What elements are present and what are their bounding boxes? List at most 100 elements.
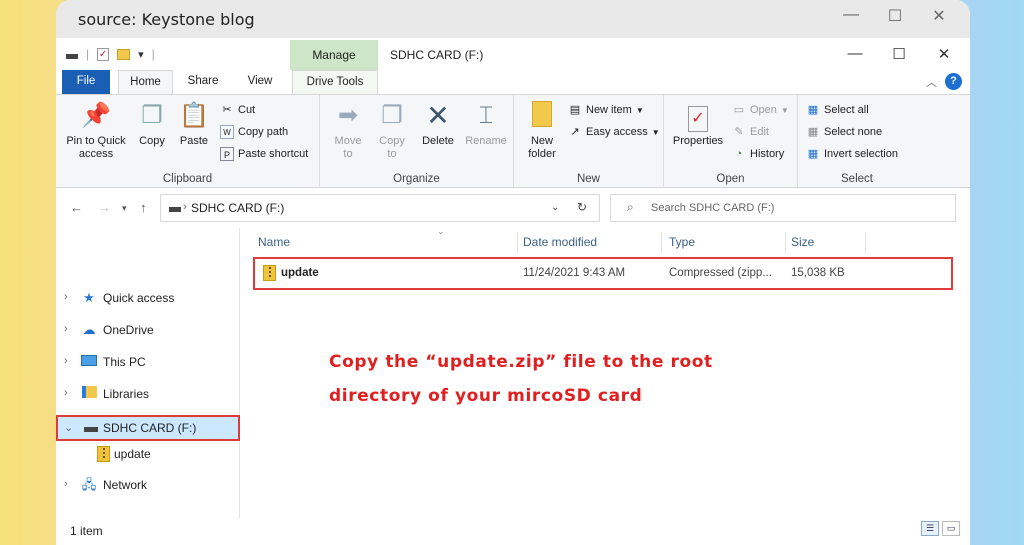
move-to-button[interactable]: ➡ Move to	[328, 101, 368, 161]
large-icons-view-icon[interactable]: ▭	[942, 521, 960, 536]
tab-view[interactable]: View	[236, 70, 284, 94]
manage-tab[interactable]: Manage	[290, 40, 378, 70]
paste-shortcut-icon: P	[220, 147, 234, 161]
outer-minimize-button[interactable]: —	[838, 6, 864, 24]
copy-path-button[interactable]: W Copy path	[220, 125, 288, 139]
outer-close-button[interactable]: ✕	[926, 6, 952, 26]
column-header-size[interactable]: Size	[791, 235, 814, 249]
tab-home[interactable]: Home	[118, 70, 173, 94]
paste-shortcut-button[interactable]: P Paste shortcut	[220, 147, 308, 161]
close-button[interactable]: ✕	[929, 45, 959, 63]
titlebar: | ✓ ▾ | Manage SDHC CARD (F:) — ☐ ✕	[56, 40, 970, 70]
open-icon: ▭	[733, 104, 745, 116]
new-group: New folder ▤ New item ▼ ↗ Easy access ▼ …	[514, 95, 664, 188]
pin-to-quick-access-button[interactable]: 📌 Pin to Quick access	[62, 101, 130, 161]
copy-to-label: Copy to	[379, 135, 405, 160]
column-divider[interactable]	[517, 232, 518, 254]
column-header-name[interactable]: Name	[258, 235, 290, 249]
minimize-button[interactable]: —	[840, 45, 870, 62]
nav-item-this-pc[interactable]: › This PC	[56, 349, 240, 375]
rename-button[interactable]: ⌶ Rename	[462, 101, 510, 148]
column-divider[interactable]	[661, 232, 662, 254]
dropdown-arrow-icon: ▼	[651, 127, 660, 137]
up-icon[interactable]: ↑	[140, 200, 147, 215]
cut-label: Cut	[238, 104, 256, 116]
new-folder-icon[interactable]	[117, 48, 131, 60]
network-icon: 🖧	[81, 477, 97, 492]
paste-button[interactable]: 📋 Paste	[174, 101, 214, 148]
invert-selection-button[interactable]: ▦ Invert selection	[806, 147, 898, 161]
move-to-icon: ➡	[337, 102, 359, 129]
collapse-ribbon-icon[interactable]: ︿	[926, 74, 937, 90]
recent-locations-icon[interactable]: ▾	[122, 203, 127, 214]
file-size: 15,038 KB	[791, 267, 845, 279]
column-header-type[interactable]: Type	[669, 235, 695, 249]
easy-access-label: Easy access	[586, 126, 648, 138]
easy-access-button[interactable]: ↗ Easy access ▼	[568, 125, 660, 139]
new-group-label: New	[576, 173, 600, 185]
nav-item-update[interactable]: update	[56, 441, 240, 467]
expand-chevron-icon[interactable]: ›	[64, 323, 68, 335]
nav-item-network[interactable]: › 🖧 Network	[56, 472, 240, 498]
column-header-date[interactable]: Date modified	[523, 235, 597, 249]
delete-button[interactable]: ✕ Delete	[416, 101, 460, 148]
address-dropdown-icon[interactable]: ⌄	[551, 202, 559, 213]
expand-chevron-icon[interactable]: ›	[64, 355, 68, 367]
nav-label: OneDrive	[103, 323, 154, 337]
history-icon: ◔	[735, 148, 743, 160]
scissors-icon: ✂	[222, 104, 232, 116]
help-icon[interactable]: ?	[945, 73, 962, 90]
tab-file[interactable]: File	[62, 70, 110, 94]
nav-item-sdhc-card[interactable]: ⌄ SDHC CARD (F:)	[56, 415, 240, 441]
properties-button[interactable]: ✓ Properties	[668, 101, 728, 148]
open-button[interactable]: ▭ Open ▼	[732, 103, 789, 117]
copy-to-button[interactable]: ❐ Copy to	[372, 101, 412, 161]
delete-x-icon: ✕	[426, 100, 450, 131]
tab-drive-tools[interactable]: Drive Tools	[292, 70, 378, 94]
forward-icon[interactable]: →	[98, 200, 111, 215]
folder-icon	[520, 101, 564, 131]
details-view-icon[interactable]: ☰	[921, 521, 939, 536]
history-button[interactable]: ◔ History	[732, 147, 785, 161]
copy-label: Copy	[139, 135, 165, 147]
status-bar: 1 item ☰ ▭	[56, 518, 970, 545]
collapse-chevron-icon[interactable]: ⌄	[64, 421, 73, 434]
cut-button[interactable]: ✂ Cut	[220, 103, 255, 117]
properties-check-icon[interactable]: ✓	[97, 47, 110, 61]
nav-item-onedrive[interactable]: › ☁ OneDrive	[56, 317, 240, 343]
expand-chevron-icon[interactable]: ›	[64, 291, 68, 303]
clipboard-group-label: Clipboard	[162, 173, 213, 185]
new-item-button[interactable]: ▤ New item ▼	[568, 103, 644, 117]
rename-label: Rename	[465, 135, 507, 147]
organize-group: ➡ Move to ❐ Copy to ✕ Delete ⌶ Rename Or…	[320, 95, 514, 188]
back-icon[interactable]: ←	[70, 200, 83, 215]
expand-chevron-icon[interactable]: ›	[64, 387, 68, 399]
customize-toolbar-icon[interactable]: ▾	[138, 48, 144, 61]
expand-chevron-icon[interactable]: ›	[64, 478, 68, 490]
organize-group-label: Organize	[393, 173, 440, 185]
column-divider[interactable]	[785, 232, 786, 254]
new-folder-label: New folder	[528, 135, 556, 160]
view-switcher: ☰ ▭	[921, 521, 960, 536]
nav-item-libraries[interactable]: › Libraries	[56, 381, 240, 407]
search-input[interactable]: ⌕ Search SDHC CARD (F:)	[610, 194, 956, 222]
paste-label: Paste	[179, 135, 209, 147]
quick-access-toolbar: | ✓ ▾ |	[66, 47, 155, 61]
nav-item-quick-access[interactable]: › ★ Quick access	[56, 285, 240, 311]
column-divider[interactable]	[865, 232, 866, 254]
address-bar[interactable]: › SDHC CARD (F:) ⌄ ↻	[160, 194, 600, 222]
table-row[interactable]: update 11/24/2021 9:43 AM Compressed (zi…	[253, 257, 953, 290]
edit-button[interactable]: ✎ Edit	[732, 125, 769, 139]
copy-button[interactable]: ❐ Copy	[132, 101, 172, 148]
select-all-button[interactable]: ▦ Select all	[806, 103, 869, 117]
select-none-button[interactable]: ▦ Select none	[806, 125, 882, 139]
refresh-icon[interactable]: ↻	[577, 200, 587, 214]
invert-selection-icon: ▦	[807, 148, 819, 160]
search-icon: ⌕	[627, 200, 634, 214]
move-to-label: Move to	[334, 135, 362, 160]
outer-maximize-button[interactable]: ☐	[882, 6, 908, 26]
tab-share[interactable]: Share	[178, 70, 228, 94]
maximize-button[interactable]: ☐	[884, 45, 914, 63]
pin-label: Pin to Quick access	[66, 135, 126, 160]
new-folder-button[interactable]: New folder	[520, 101, 564, 161]
